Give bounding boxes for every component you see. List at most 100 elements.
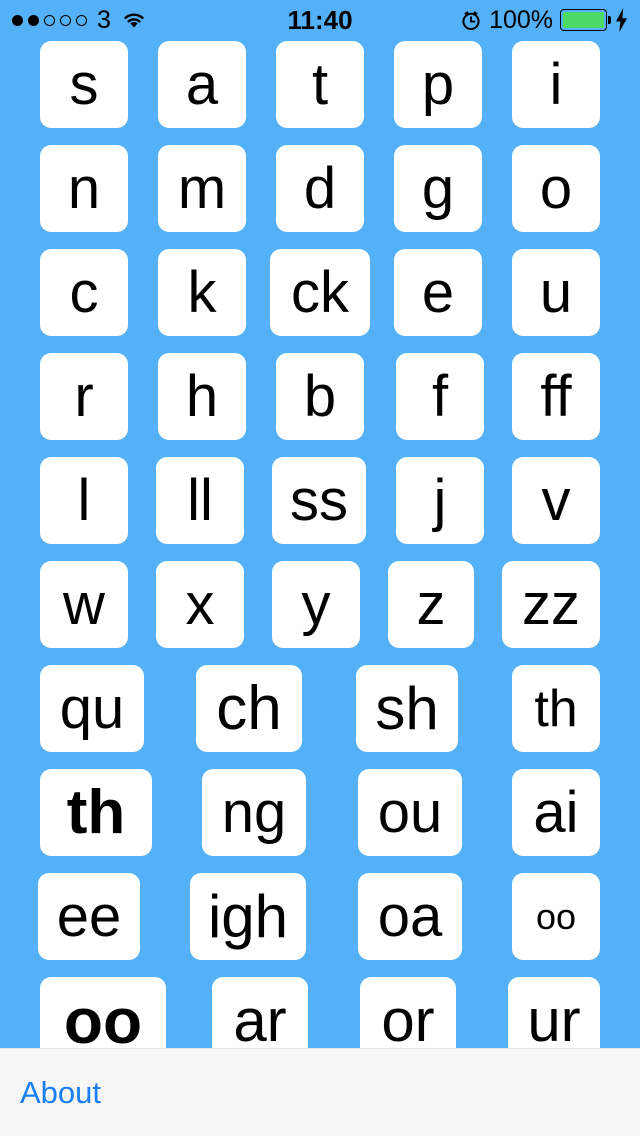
phoneme-tile-g[interactable]: g: [394, 145, 482, 232]
phoneme-tile-oo[interactable]: oo: [40, 977, 166, 1048]
phoneme-tile-label: b: [303, 363, 337, 429]
phoneme-tile-s[interactable]: s: [40, 41, 128, 128]
phoneme-tile-label: o: [539, 155, 573, 221]
phoneme-tile-n[interactable]: n: [40, 145, 128, 232]
phoneme-tile-label: oo: [63, 984, 143, 1049]
phoneme-tile-igh[interactable]: igh: [190, 873, 306, 960]
phoneme-tile-label: e: [421, 259, 455, 325]
signal-dot-5: [76, 14, 87, 26]
phoneme-tile-label: ff: [540, 363, 572, 429]
phoneme-tile-label: ur: [527, 986, 581, 1048]
phoneme-tile-label: qu: [59, 675, 125, 741]
phoneme-tile-label: a: [185, 51, 219, 117]
phoneme-tile-label: th: [66, 777, 126, 847]
status-bar-clock: 11:40: [287, 4, 353, 35]
phoneme-tile-ng[interactable]: ng: [202, 769, 306, 856]
phoneme-tile-e[interactable]: e: [394, 249, 482, 336]
alarm-clock-icon: [462, 11, 480, 30]
phoneme-tile-label: th: [534, 679, 578, 738]
phoneme-tile-ar[interactable]: ar: [212, 977, 308, 1048]
phoneme-tile-label: zz: [522, 571, 580, 637]
phoneme-tile-label: or: [381, 986, 435, 1048]
phoneme-tile-ff[interactable]: ff: [512, 353, 600, 440]
phoneme-tile-label: ck: [291, 259, 349, 325]
phoneme-tile-u[interactable]: u: [512, 249, 600, 336]
lightning-bolt-icon: [616, 8, 628, 32]
phoneme-tile-label: igh: [207, 882, 289, 950]
phoneme-tile-label: s: [69, 51, 99, 117]
phoneme-tile-label: ll: [187, 467, 213, 533]
phoneme-tile-ai[interactable]: ai: [512, 769, 600, 856]
phoneme-tile-label: x: [185, 571, 215, 637]
status-bar: 3 11:40 100%: [0, 0, 640, 40]
phoneme-tile-sh[interactable]: sh: [356, 665, 458, 752]
phoneme-tile-th[interactable]: th: [40, 769, 152, 856]
phoneme-tile-label: k: [187, 259, 217, 325]
phoneme-tile-p[interactable]: p: [394, 41, 482, 128]
signal-dot-3: [44, 14, 55, 26]
phoneme-tile-qu[interactable]: qu: [40, 665, 144, 752]
phoneme-tile-label: m: [177, 155, 227, 221]
phoneme-tile-oa[interactable]: oa: [358, 873, 462, 960]
phoneme-tile-label: l: [77, 467, 91, 533]
phoneme-tile-k[interactable]: k: [158, 249, 246, 336]
phoneme-tile-label: j: [433, 467, 447, 533]
signal-strength-dots: [12, 14, 87, 26]
phoneme-tile-label: w: [63, 571, 105, 637]
phoneme-tile-label: i: [549, 51, 563, 117]
signal-dot-4: [60, 14, 71, 26]
phoneme-tile-label: c: [69, 259, 99, 325]
phoneme-tile-i[interactable]: i: [512, 41, 600, 128]
phoneme-tile-label: t: [311, 51, 329, 117]
phoneme-tile-j[interactable]: j: [396, 457, 484, 544]
phoneme-tile-label: ee: [56, 883, 122, 949]
phoneme-tile-y[interactable]: y: [272, 561, 360, 648]
phoneme-tile-r[interactable]: r: [40, 353, 128, 440]
phoneme-tile-d[interactable]: d: [276, 145, 364, 232]
phoneme-tile-w[interactable]: w: [40, 561, 128, 648]
phoneme-tile-oo[interactable]: oo: [512, 873, 600, 960]
phoneme-tile-label: ou: [377, 779, 443, 845]
phoneme-tile-label: ss: [290, 467, 348, 533]
phoneme-tile-label: oa: [377, 883, 443, 949]
phoneme-tile-h[interactable]: h: [158, 353, 246, 440]
about-button[interactable]: About: [20, 1075, 101, 1111]
phoneme-tile-label: g: [421, 155, 455, 221]
phoneme-tile-z[interactable]: z: [388, 561, 474, 648]
phoneme-tile-label: d: [303, 155, 337, 221]
phoneme-tile-c[interactable]: c: [40, 249, 128, 336]
status-bar-left: 3: [12, 6, 287, 35]
phoneme-tile-ee[interactable]: ee: [38, 873, 140, 960]
phoneme-tile-label: ai: [533, 779, 579, 845]
battery-icon: [560, 9, 612, 31]
phoneme-tile-label: v: [541, 467, 571, 533]
phoneme-tile-label: f: [431, 363, 449, 429]
phoneme-tile-label: oo: [535, 895, 577, 937]
phoneme-tile-t[interactable]: t: [276, 41, 364, 128]
phoneme-tile-ch[interactable]: ch: [196, 665, 302, 752]
phoneme-tile-grid: s a t p i n m d g o c k ck e u r h b f ff l ll ss j v w x y z zz qu ch s…: [0, 40, 640, 1048]
phoneme-tile-a[interactable]: a: [158, 41, 246, 128]
phoneme-tile-v[interactable]: v: [512, 457, 600, 544]
signal-dot-2: [28, 14, 39, 26]
phoneme-tile-ur[interactable]: ur: [508, 977, 600, 1048]
phoneme-tile-label: r: [74, 363, 94, 429]
phoneme-tile-zz[interactable]: zz: [502, 561, 600, 648]
phoneme-tile-label: z: [416, 571, 446, 637]
phoneme-tile-ss[interactable]: ss: [272, 457, 366, 544]
phoneme-tile-l[interactable]: l: [40, 457, 128, 544]
phoneme-tile-o[interactable]: o: [512, 145, 600, 232]
phoneme-tile-f[interactable]: f: [396, 353, 484, 440]
phoneme-tile-label: y: [301, 571, 331, 637]
phoneme-tile-or[interactable]: or: [360, 977, 456, 1048]
phoneme-tile-th[interactable]: th: [512, 665, 600, 752]
phoneme-tile-ou[interactable]: ou: [358, 769, 462, 856]
battery-percentage: 100%: [489, 5, 554, 34]
phoneme-tile-label: u: [539, 259, 573, 325]
phoneme-tile-m[interactable]: m: [158, 145, 246, 232]
phoneme-tile-ll[interactable]: ll: [156, 457, 244, 544]
phoneme-tile-x[interactable]: x: [156, 561, 244, 648]
phoneme-tile-ck[interactable]: ck: [270, 249, 370, 336]
phoneme-tile-b[interactable]: b: [276, 353, 364, 440]
carrier-name: 3: [97, 5, 111, 34]
